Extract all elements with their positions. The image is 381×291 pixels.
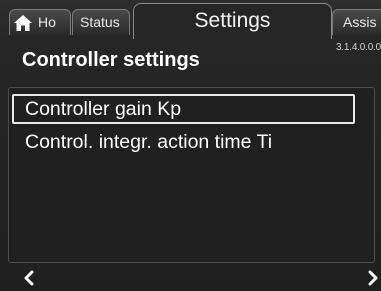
tab-status[interactable]: Status — [72, 9, 130, 35]
tab-home-label: Ho — [38, 14, 56, 30]
tab-bar: Ho Status Assis Settings — [0, 0, 381, 40]
version-label: 3.1.4.0.0.0 — [335, 42, 381, 53]
menu-item-controller-gain[interactable]: Controller gain Kp — [12, 94, 355, 124]
menu-item-integral-action-time[interactable]: Control. integr. action time Ti — [12, 128, 355, 158]
home-icon — [14, 15, 32, 31]
tab-settings[interactable]: Settings — [133, 3, 332, 39]
tab-home[interactable]: Ho — [9, 9, 71, 35]
chevron-left-icon[interactable] — [22, 269, 36, 287]
chevron-right-icon[interactable] — [366, 269, 380, 287]
tab-assist[interactable]: Assis — [332, 9, 381, 35]
page-title: Controller settings — [22, 49, 200, 71]
controller-screen: Ho Status Assis Settings 3.1.4.0.0.0 Con… — [0, 0, 381, 291]
